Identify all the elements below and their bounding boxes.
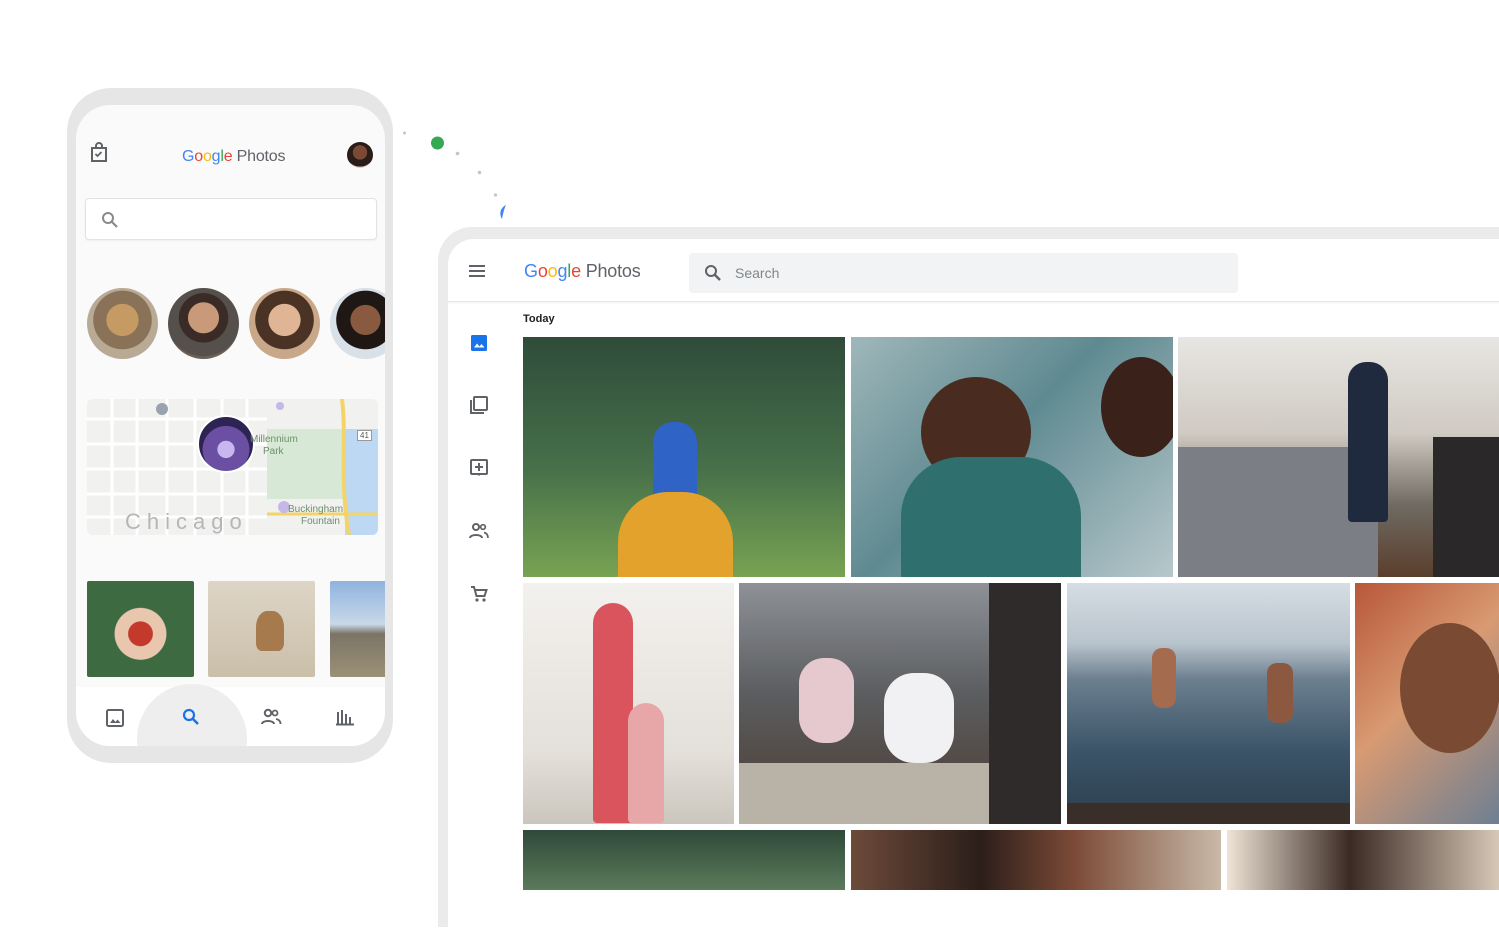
photo-row3-2[interactable] <box>851 830 1221 890</box>
photo-kids-floor[interactable] <box>739 583 1061 824</box>
sharing-icon[interactable] <box>260 708 282 731</box>
search-icon <box>101 211 119 234</box>
search-box[interactable] <box>85 198 377 240</box>
bottom-nav <box>76 684 385 746</box>
person-face-man[interactable] <box>168 288 239 359</box>
logo-product-name: Photos <box>236 148 286 165</box>
google-photos-logo: Google Photos <box>524 261 641 282</box>
map-label: Millennium <box>250 434 298 445</box>
map-city-label: Chicago <box>125 509 248 534</box>
person-face-woman[interactable] <box>249 288 320 359</box>
logo-letter: g <box>557 261 568 281</box>
desktop-frame: Google Photos Search Today <box>438 227 1499 939</box>
albums-icon[interactable] <box>468 394 490 416</box>
photos-icon[interactable] <box>105 708 125 733</box>
logo-letter: o <box>537 261 548 281</box>
logo-letter: e <box>571 261 581 281</box>
thumbnail-dog-beach[interactable] <box>208 581 315 677</box>
app-header: Google Photos Search <box>448 239 1499 302</box>
map-label: Fountain <box>301 516 340 527</box>
connector-dots <box>400 128 510 228</box>
dog-shape <box>256 611 284 651</box>
adult-figure <box>618 492 733 577</box>
places-map[interactable]: Millennium Park Buckingham Fountain 41 C… <box>87 399 378 535</box>
account-avatar[interactable] <box>347 142 373 168</box>
phone-frame: Google Photos Millennium Park Buckingham… <box>67 88 393 763</box>
search-bar[interactable]: Search <box>689 253 1238 293</box>
logo-letter: G <box>524 261 538 281</box>
search-icon <box>704 264 722 287</box>
logo-letter: o <box>194 148 203 165</box>
map-photo-pin[interactable] <box>197 415 255 473</box>
person-face-woman-2[interactable] <box>330 288 385 359</box>
photo-row3-1[interactable] <box>523 830 845 890</box>
girl-figure <box>1101 357 1173 457</box>
utilities-icon[interactable] <box>468 457 490 479</box>
library-icon[interactable] <box>335 708 355 731</box>
print-store-icon[interactable] <box>468 583 490 605</box>
man-figure <box>1348 362 1388 522</box>
desktop-screen: Google Photos Search Today <box>448 239 1499 939</box>
girl-figure <box>628 703 664 823</box>
map-route-label: 41 <box>357 430 372 441</box>
photo-row3-3[interactable] <box>1227 830 1499 890</box>
dock-shape <box>1067 803 1350 824</box>
search-placeholder: Search <box>735 265 780 281</box>
rug-shape <box>739 763 999 824</box>
photo-man-laughing[interactable] <box>1355 583 1499 824</box>
logo-letter: o <box>202 148 212 165</box>
section-date-label: Today <box>523 313 555 325</box>
stove-shape <box>1433 437 1499 577</box>
mother-figure <box>593 603 633 823</box>
logo-letter: G <box>182 148 195 165</box>
face-shape <box>1400 623 1499 753</box>
menu-icon[interactable] <box>468 264 486 283</box>
photo-mother-daughter[interactable] <box>523 583 734 824</box>
photo-forest-hike[interactable] <box>523 337 845 577</box>
person-face-dog[interactable] <box>87 288 158 359</box>
toddler-figure <box>799 658 854 743</box>
thumbnail-strawberries[interactable] <box>87 581 194 677</box>
logo-letter: e <box>223 148 233 165</box>
logo-letter: o <box>547 261 558 281</box>
photos-icon[interactable] <box>468 332 490 354</box>
google-photos-logo: Google Photos <box>182 148 285 166</box>
sharing-icon[interactable] <box>468 520 490 542</box>
logo-product-name: Photos <box>585 261 641 281</box>
photo-kitchen-family[interactable] <box>1178 337 1499 577</box>
jumper-figure <box>1152 648 1176 708</box>
phone-screen: Google Photos Millennium Park Buckingham… <box>76 105 385 746</box>
photo-grandmother-laughing[interactable] <box>851 337 1173 577</box>
map-label: Buckingham <box>288 504 344 515</box>
map-label: Park <box>263 446 284 457</box>
photo-lake-jump[interactable] <box>1067 583 1350 824</box>
toddler-figure <box>884 673 954 763</box>
search-icon[interactable] <box>182 708 200 731</box>
jumper-figure <box>1267 663 1293 723</box>
cabinet-shape <box>989 583 1061 824</box>
thumbnail-landscape[interactable] <box>330 581 385 677</box>
sweater-shape <box>901 457 1081 577</box>
shopping-bag-icon[interactable] <box>89 142 109 164</box>
child-figure <box>653 422 697 502</box>
